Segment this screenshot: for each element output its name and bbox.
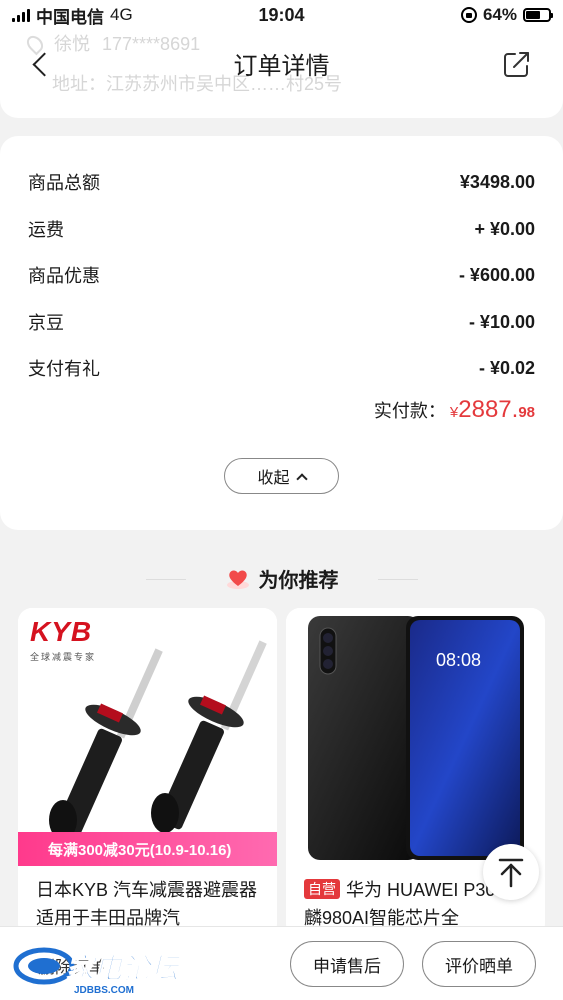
price-row-value: - ¥0.02 — [478, 357, 535, 378]
heart-icon — [226, 570, 249, 589]
collapse-button[interactable]: 收起 — [224, 458, 339, 494]
price-row-value: - ¥600.00 — [458, 264, 535, 285]
battery-icon — [523, 8, 553, 22]
brand-tagline: 全球减震专家 — [30, 652, 97, 662]
arrow-up-icon — [498, 858, 524, 888]
collapse-label: 收起 — [257, 470, 290, 487]
price-row-value: - ¥10.00 — [468, 311, 535, 332]
price-row-value: ¥3498.00 — [459, 171, 535, 192]
share-icon — [504, 52, 529, 77]
after-sales-button[interactable]: 申请售后 — [290, 941, 404, 987]
page-title: 订单详情 — [233, 53, 330, 80]
price-summary-card: 商品总额 ¥3498.00 运费 + ¥0.00 商品优惠 - ¥600.00 … — [0, 136, 563, 530]
status-bar: 中国电信 4G 19:04 64% — [0, 0, 563, 30]
watermark-domain: JDBBS.COM — [74, 985, 134, 996]
product-card-kyb[interactable]: KYB 全球减震专家 每满300减30元(10.9-10.16) 日本KYB 汽… — [18, 608, 277, 938]
carrier-name: 中国电信 — [36, 7, 104, 27]
back-to-top-button[interactable] — [483, 844, 539, 900]
price-row-payment-gift: 支付有礼 - ¥0.02 — [28, 353, 535, 383]
signal-strength-icon — [12, 8, 30, 22]
paid-label: 实付款： — [373, 401, 446, 421]
recommend-header: 为你推荐 — [0, 560, 563, 596]
product-image-phone — [286, 608, 545, 866]
watermark-name: 家电论坛 — [66, 953, 182, 984]
price-row-label: 商品总额 — [28, 173, 100, 193]
header-bar: 订单详情 — [0, 36, 563, 92]
paid-currency: ¥ — [449, 404, 459, 421]
price-row-label: 京豆 — [28, 313, 64, 333]
chevron-up-icon — [295, 472, 308, 485]
brand-logo-kyb: KYB — [30, 616, 93, 647]
review-button[interactable]: 评价晒单 — [422, 941, 536, 987]
price-row-discount: 商品优惠 - ¥600.00 — [28, 260, 535, 290]
price-row-value: + ¥0.00 — [474, 218, 535, 239]
paid-integer: 2887. — [458, 396, 519, 423]
share-button[interactable] — [501, 48, 533, 80]
price-row-jingdou: 京豆 - ¥10.00 — [28, 307, 535, 337]
price-row-label: 商品优惠 — [28, 266, 100, 286]
price-row-total: 商品总额 ¥3498.00 — [28, 167, 535, 197]
paid-amount: 实付款： ¥ 2887. 98 — [374, 396, 535, 424]
promo-banner: 每满300减30元(10.9-10.16) — [18, 832, 277, 866]
self-operated-badge: 自营 — [304, 879, 340, 899]
network-type: 4G — [110, 5, 133, 24]
recommend-title: 为你推荐 — [258, 569, 339, 592]
paid-decimal: 98 — [518, 404, 535, 421]
status-time: 19:04 — [258, 4, 305, 25]
price-row-label: 运费 — [28, 220, 64, 240]
phone-screen-time: 08:08 — [436, 650, 482, 670]
orientation-lock-icon — [460, 7, 477, 23]
price-row-label: 支付有礼 — [28, 359, 100, 379]
watermark-logo: 家电论坛 JDBBS.COM — [13, 947, 183, 996]
price-row-shipping: 运费 + ¥0.00 — [28, 214, 535, 244]
battery-percent: 64% — [482, 5, 517, 24]
product-title: 日本KYB 汽车减震器避震器 适用于丰田品牌汽 — [36, 880, 258, 928]
